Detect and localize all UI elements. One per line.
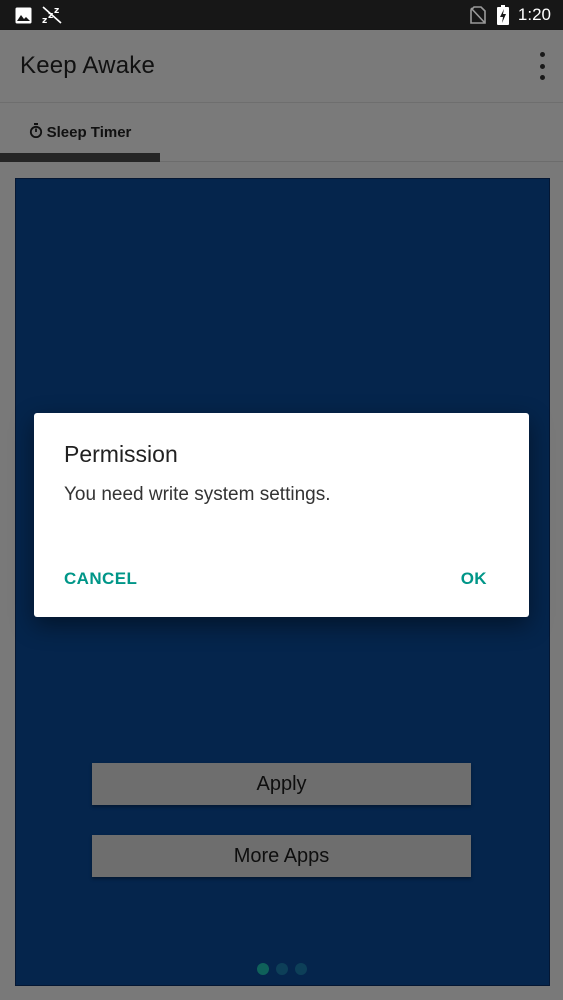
- ok-button[interactable]: OK: [453, 561, 495, 597]
- status-bar: z z z 1:20: [0, 0, 563, 30]
- svg-text:z: z: [42, 16, 47, 24]
- image-icon: [14, 6, 32, 24]
- status-time: 1:20: [517, 5, 551, 24]
- cancel-button[interactable]: CANCEL: [56, 561, 145, 597]
- permission-dialog: Permission You need write system setting…: [34, 413, 529, 617]
- no-sim-icon: [469, 6, 487, 24]
- dialog-title: Permission: [64, 441, 178, 467]
- svg-text:z: z: [54, 6, 59, 16]
- dialog-message: You need write system settings.: [64, 484, 331, 505]
- do-not-disturb-zzz-icon: z z z: [42, 6, 64, 24]
- battery-charging-icon: [496, 5, 510, 25]
